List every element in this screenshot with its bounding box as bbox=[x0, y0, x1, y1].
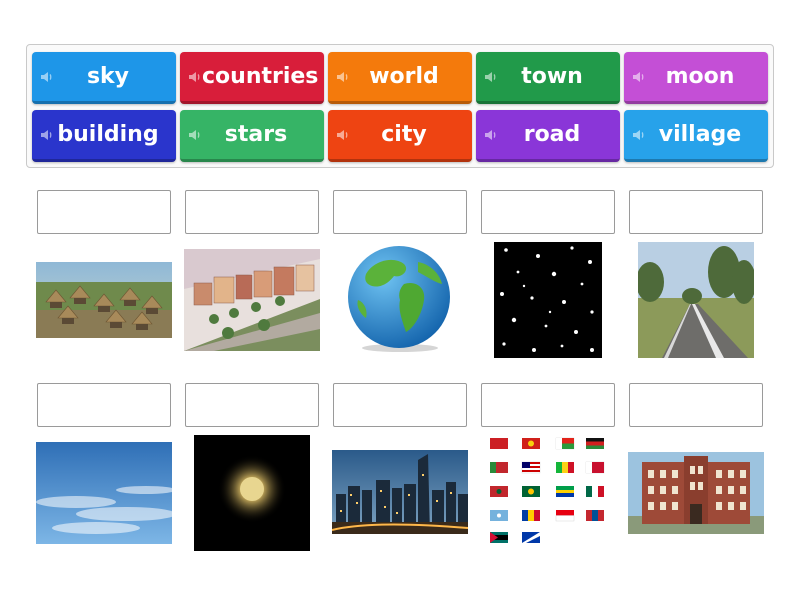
word-label: town bbox=[521, 64, 583, 89]
word-tile-sky[interactable]: sky bbox=[32, 52, 176, 104]
speaker-icon[interactable] bbox=[484, 128, 498, 142]
word-tile-countries[interactable]: countries bbox=[180, 52, 324, 104]
drop-slot-town[interactable] bbox=[185, 190, 319, 234]
word-label: city bbox=[381, 122, 427, 147]
sky-picture bbox=[36, 442, 172, 544]
drop-slot-countries[interactable] bbox=[481, 383, 615, 427]
word-label: village bbox=[658, 122, 742, 147]
word-tile-building[interactable]: building bbox=[32, 110, 176, 162]
speaker-icon[interactable] bbox=[40, 70, 54, 84]
drop-slot-road[interactable] bbox=[629, 190, 763, 234]
city-picture bbox=[332, 450, 468, 534]
word-tile-road[interactable]: road bbox=[476, 110, 620, 162]
word-label: sky bbox=[86, 64, 130, 89]
building-picture bbox=[628, 452, 764, 534]
speaker-icon[interactable] bbox=[632, 128, 646, 142]
globe-picture bbox=[344, 244, 454, 354]
word-label: moon bbox=[665, 64, 735, 89]
word-label: road bbox=[523, 122, 581, 147]
drop-slot-stars[interactable] bbox=[481, 190, 615, 234]
word-tile-moon[interactable]: moon bbox=[624, 52, 768, 104]
word-tile-village[interactable]: village bbox=[624, 110, 768, 162]
speaker-icon[interactable] bbox=[632, 70, 646, 84]
drop-slot-sky[interactable] bbox=[37, 383, 171, 427]
speaker-icon[interactable] bbox=[188, 128, 202, 142]
drop-slot-village[interactable] bbox=[37, 190, 171, 234]
moon-picture bbox=[194, 435, 310, 551]
word-label: countries bbox=[202, 64, 319, 89]
word-tile-stars[interactable]: stars bbox=[180, 110, 324, 162]
flags-picture bbox=[484, 434, 610, 550]
village-picture bbox=[36, 262, 172, 338]
drop-slot-city[interactable] bbox=[333, 383, 467, 427]
drop-slot-world[interactable] bbox=[333, 190, 467, 234]
word-label: building bbox=[57, 122, 159, 147]
drop-slot-moon[interactable] bbox=[185, 383, 319, 427]
word-label: world bbox=[369, 64, 439, 89]
speaker-icon[interactable] bbox=[40, 128, 54, 142]
word-tile-city[interactable]: city bbox=[328, 110, 472, 162]
word-tile-world[interactable]: world bbox=[328, 52, 472, 104]
stars-picture bbox=[494, 242, 602, 358]
word-tile-town[interactable]: town bbox=[476, 52, 620, 104]
road-picture bbox=[638, 242, 754, 358]
speaker-icon[interactable] bbox=[484, 70, 498, 84]
speaker-icon[interactable] bbox=[188, 70, 202, 84]
town-picture bbox=[184, 249, 320, 351]
speaker-icon[interactable] bbox=[336, 70, 350, 84]
speaker-icon[interactable] bbox=[336, 128, 350, 142]
word-label: stars bbox=[224, 122, 288, 147]
drop-slot-building[interactable] bbox=[629, 383, 763, 427]
